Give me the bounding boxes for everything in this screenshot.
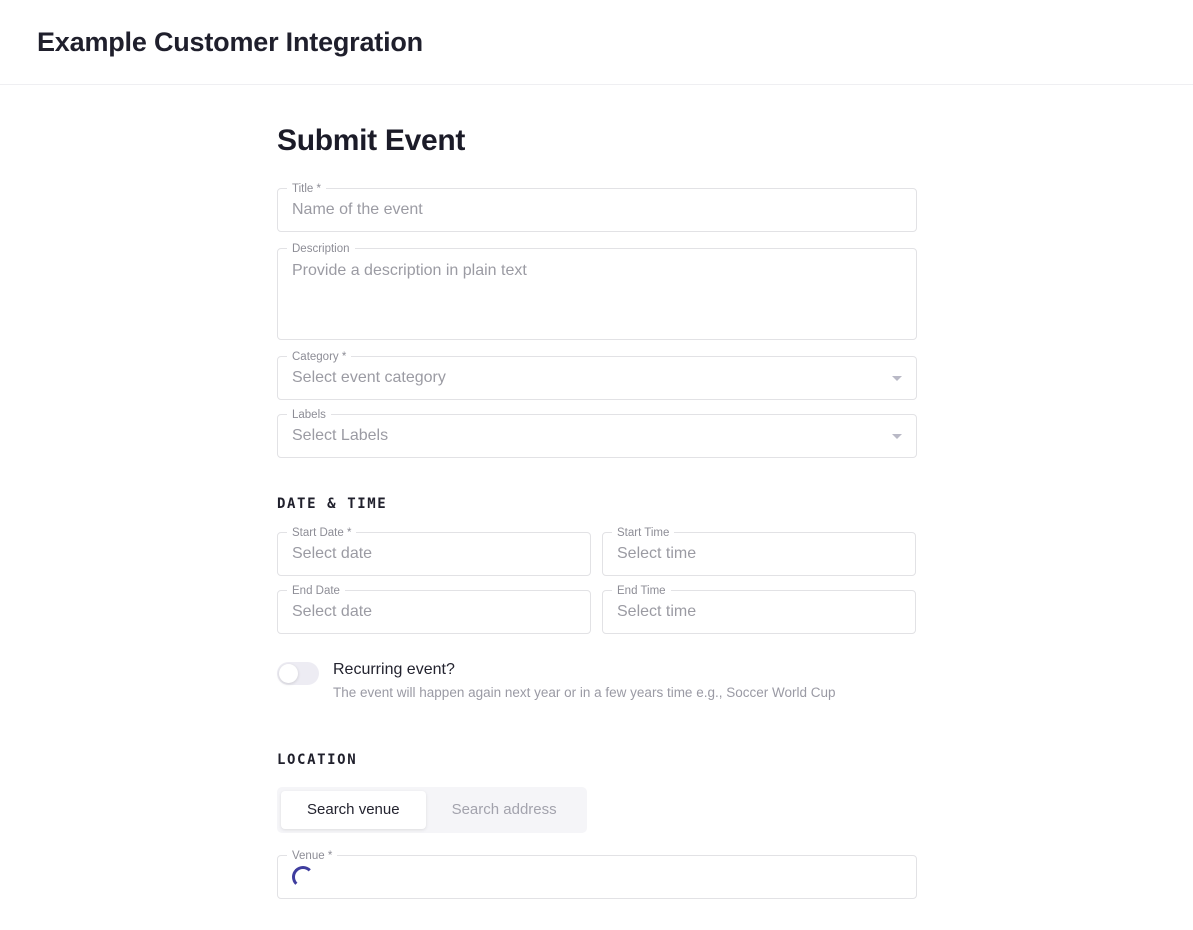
description-field-label: Description — [287, 242, 355, 256]
start-date-input[interactable]: Select date — [292, 544, 576, 564]
end-date-field-label: End Date — [287, 584, 345, 598]
title-field-label: Title * — [287, 182, 326, 196]
start-date-field[interactable]: Start Date * Select date — [277, 526, 591, 576]
recurring-event-toggle[interactable] — [277, 662, 319, 685]
location-mode-tabs: Search venue Search address — [277, 787, 587, 833]
category-select-value[interactable]: Select event category — [292, 368, 884, 388]
description-input[interactable]: Provide a description in plain text — [292, 261, 902, 281]
title-field[interactable]: Title * Name of the event — [277, 182, 917, 232]
chevron-down-icon[interactable] — [892, 375, 902, 381]
recurring-event-label: Recurring event? — [333, 661, 455, 678]
category-field-label: Category * — [287, 350, 352, 364]
end-date-field[interactable]: End Date Select date — [277, 584, 591, 634]
title-input[interactable]: Name of the event — [292, 200, 902, 220]
start-time-field[interactable]: Start Time Select time — [602, 526, 916, 576]
chevron-down-icon[interactable] — [892, 433, 902, 439]
labels-field[interactable]: Labels Select Labels — [277, 408, 917, 458]
toggle-thumb — [279, 664, 298, 683]
recurring-event-text: Recurring event? The event will happen a… — [333, 658, 836, 703]
recurring-event-help: The event will happen again next year or… — [333, 685, 836, 700]
labels-select-value[interactable]: Select Labels — [292, 426, 884, 446]
venue-field-label: Venue * — [287, 849, 338, 863]
end-time-field[interactable]: End Time Select time — [602, 584, 916, 634]
app-title: Example Customer Integration — [37, 26, 423, 57]
tab-search-address[interactable]: Search address — [426, 791, 583, 829]
date-time-section-heading: DATE & TIME — [277, 496, 388, 512]
category-field[interactable]: Category * Select event category — [277, 350, 917, 400]
date-time-grid: Start Date * Select date Start Time Sele… — [277, 526, 917, 634]
submit-event-form: Submit Event Title * Name of the event D… — [277, 124, 917, 899]
end-time-field-label: End Time — [612, 584, 671, 598]
start-time-field-label: Start Time — [612, 526, 675, 540]
page-title: Submit Event — [277, 124, 466, 157]
app-header: Example Customer Integration — [0, 0, 1193, 85]
tab-search-venue[interactable]: Search venue — [281, 791, 426, 829]
start-date-field-label: Start Date * — [287, 526, 357, 540]
end-time-input[interactable]: Select time — [617, 602, 901, 622]
start-time-input[interactable]: Select time — [617, 544, 901, 564]
labels-field-label: Labels — [287, 408, 331, 422]
loading-spinner-icon — [292, 866, 314, 888]
venue-field[interactable]: Venue * — [277, 849, 917, 899]
description-field[interactable]: Description Provide a description in pla… — [277, 242, 917, 340]
location-section-heading: LOCATION — [277, 752, 358, 768]
end-date-input[interactable]: Select date — [292, 602, 576, 622]
page-content: Submit Event Title * Name of the event D… — [0, 85, 1193, 899]
recurring-event-row: Recurring event? The event will happen a… — [277, 658, 917, 703]
